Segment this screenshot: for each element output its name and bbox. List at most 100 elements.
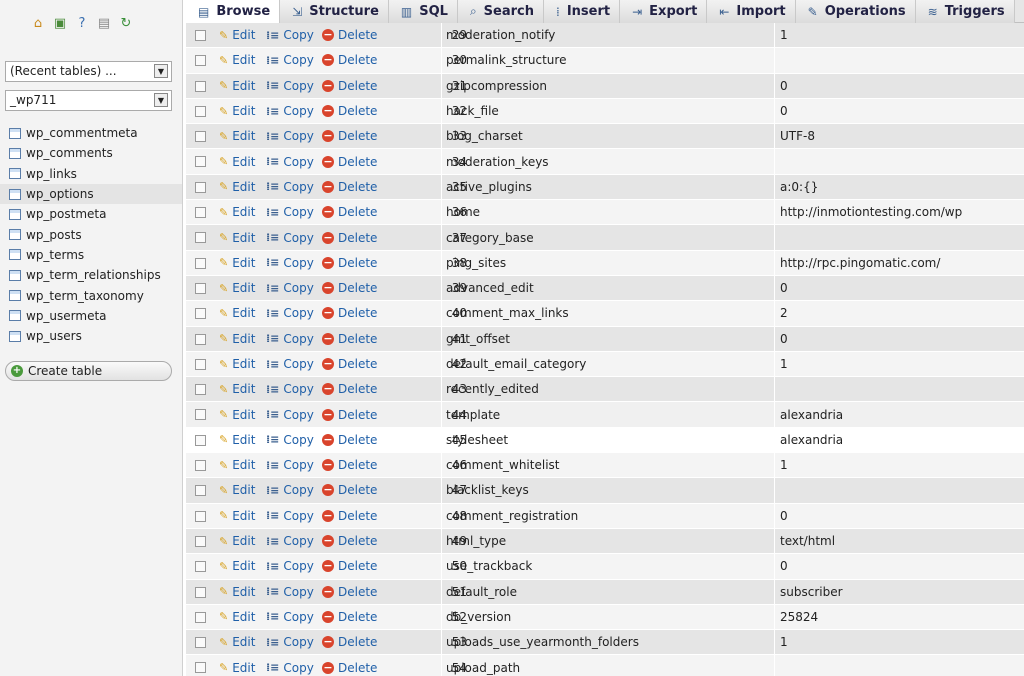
row-checkbox[interactable]: [195, 611, 206, 623]
delete-link[interactable]: − Delete: [322, 483, 377, 497]
copy-link[interactable]: ⁞≡ Copy: [266, 231, 314, 245]
sidebar-item-wp-term-taxonomy[interactable]: wp_term_taxonomy: [0, 285, 182, 305]
delete-link[interactable]: − Delete: [322, 458, 377, 472]
help-icon[interactable]: ?: [73, 14, 91, 32]
edit-link[interactable]: ✎ Edit: [219, 205, 255, 219]
copy-link[interactable]: ⁞≡ Copy: [266, 483, 314, 497]
edit-link[interactable]: ✎ Edit: [219, 534, 255, 548]
copy-link[interactable]: ⁞≡ Copy: [266, 180, 314, 194]
edit-link[interactable]: ✎ Edit: [219, 585, 255, 599]
delete-link[interactable]: − Delete: [322, 332, 377, 346]
copy-link[interactable]: ⁞≡ Copy: [266, 256, 314, 270]
edit-link[interactable]: ✎ Edit: [219, 231, 255, 245]
copy-link[interactable]: ⁞≡ Copy: [266, 610, 314, 624]
edit-link[interactable]: ✎ Edit: [219, 509, 255, 523]
row-checkbox[interactable]: [195, 460, 206, 472]
delete-link[interactable]: − Delete: [322, 306, 377, 320]
row-checkbox[interactable]: [195, 257, 206, 269]
copy-link[interactable]: ⁞≡ Copy: [266, 433, 314, 447]
copy-link[interactable]: ⁞≡ Copy: [266, 28, 314, 42]
sidebar-item-wp-commentmeta[interactable]: wp_commentmeta: [0, 123, 182, 143]
row-checkbox[interactable]: [195, 409, 206, 421]
tab-sql[interactable]: ▥ SQL: [388, 0, 458, 23]
edit-link[interactable]: ✎ Edit: [219, 28, 255, 42]
copy-link[interactable]: ⁞≡ Copy: [266, 53, 314, 67]
database-select[interactable]: _wp711 ▼: [5, 90, 172, 111]
delete-link[interactable]: − Delete: [322, 256, 377, 270]
row-checkbox[interactable]: [195, 662, 206, 674]
edit-link[interactable]: ✎ Edit: [219, 256, 255, 270]
delete-link[interactable]: − Delete: [322, 205, 377, 219]
edit-link[interactable]: ✎ Edit: [219, 433, 255, 447]
edit-link[interactable]: ✎ Edit: [219, 483, 255, 497]
row-checkbox[interactable]: [195, 131, 206, 143]
row-checkbox[interactable]: [195, 510, 206, 522]
delete-link[interactable]: − Delete: [322, 635, 377, 649]
row-checkbox[interactable]: [195, 384, 206, 396]
copy-link[interactable]: ⁞≡ Copy: [266, 332, 314, 346]
delete-link[interactable]: − Delete: [322, 129, 377, 143]
row-checkbox[interactable]: [195, 55, 206, 67]
delete-link[interactable]: − Delete: [322, 661, 377, 675]
copy-link[interactable]: ⁞≡ Copy: [266, 661, 314, 675]
tab-insert[interactable]: ⁞ Insert: [544, 0, 621, 23]
row-checkbox[interactable]: [195, 561, 206, 573]
sidebar-item-wp-posts[interactable]: wp_posts: [0, 224, 182, 244]
copy-link[interactable]: ⁞≡ Copy: [266, 129, 314, 143]
copy-link[interactable]: ⁞≡ Copy: [266, 357, 314, 371]
sidebar-item-wp-users[interactable]: wp_users: [0, 326, 182, 346]
delete-link[interactable]: − Delete: [322, 357, 377, 371]
recent-tables-select[interactable]: (Recent tables) ... ▼: [5, 61, 172, 82]
row-checkbox[interactable]: [195, 282, 206, 294]
copy-link[interactable]: ⁞≡ Copy: [266, 408, 314, 422]
row-checkbox[interactable]: [195, 308, 206, 320]
delete-link[interactable]: − Delete: [322, 433, 377, 447]
delete-link[interactable]: − Delete: [322, 155, 377, 169]
copy-link[interactable]: ⁞≡ Copy: [266, 281, 314, 295]
delete-link[interactable]: − Delete: [322, 53, 377, 67]
row-checkbox[interactable]: [195, 207, 206, 219]
edit-link[interactable]: ✎ Edit: [219, 559, 255, 573]
copy-link[interactable]: ⁞≡ Copy: [266, 79, 314, 93]
edit-link[interactable]: ✎ Edit: [219, 661, 255, 675]
delete-link[interactable]: − Delete: [322, 104, 377, 118]
row-checkbox[interactable]: [195, 358, 206, 370]
copy-link[interactable]: ⁞≡ Copy: [266, 155, 314, 169]
sidebar-item-wp-links[interactable]: wp_links: [0, 164, 182, 184]
copy-link[interactable]: ⁞≡ Copy: [266, 306, 314, 320]
copy-link[interactable]: ⁞≡ Copy: [266, 509, 314, 523]
edit-link[interactable]: ✎ Edit: [219, 610, 255, 624]
sidebar-item-wp-options[interactable]: wp_options: [0, 183, 182, 205]
copy-link[interactable]: ⁞≡ Copy: [266, 104, 314, 118]
sidebar-item-wp-terms[interactable]: wp_terms: [0, 245, 182, 265]
edit-link[interactable]: ✎ Edit: [219, 53, 255, 67]
copy-link[interactable]: ⁞≡ Copy: [266, 585, 314, 599]
create-table-button[interactable]: + Create table: [5, 361, 172, 381]
delete-link[interactable]: − Delete: [322, 281, 377, 295]
row-checkbox[interactable]: [195, 434, 206, 446]
row-checkbox[interactable]: [195, 637, 206, 649]
row-checkbox[interactable]: [195, 485, 206, 497]
edit-link[interactable]: ✎ Edit: [219, 382, 255, 396]
delete-link[interactable]: − Delete: [322, 559, 377, 573]
docs-icon[interactable]: ▤: [95, 14, 113, 32]
row-checkbox[interactable]: [195, 586, 206, 598]
row-checkbox[interactable]: [195, 80, 206, 92]
edit-link[interactable]: ✎ Edit: [219, 180, 255, 194]
delete-link[interactable]: − Delete: [322, 408, 377, 422]
sidebar-item-wp-comments[interactable]: wp_comments: [0, 143, 182, 163]
tab-operations[interactable]: ✎ Operations: [795, 0, 916, 23]
logout-icon[interactable]: ▣: [51, 14, 69, 32]
reload-icon[interactable]: ↻: [117, 14, 135, 32]
row-checkbox[interactable]: [195, 232, 206, 244]
tab-export[interactable]: ⇥ Export: [620, 0, 708, 23]
copy-link[interactable]: ⁞≡ Copy: [266, 559, 314, 573]
delete-link[interactable]: − Delete: [322, 180, 377, 194]
tab-structure[interactable]: ⇲ Structure: [280, 0, 389, 23]
row-checkbox[interactable]: [195, 156, 206, 168]
edit-link[interactable]: ✎ Edit: [219, 155, 255, 169]
edit-link[interactable]: ✎ Edit: [219, 129, 255, 143]
edit-link[interactable]: ✎ Edit: [219, 357, 255, 371]
row-checkbox[interactable]: [195, 30, 206, 41]
copy-link[interactable]: ⁞≡ Copy: [266, 458, 314, 472]
